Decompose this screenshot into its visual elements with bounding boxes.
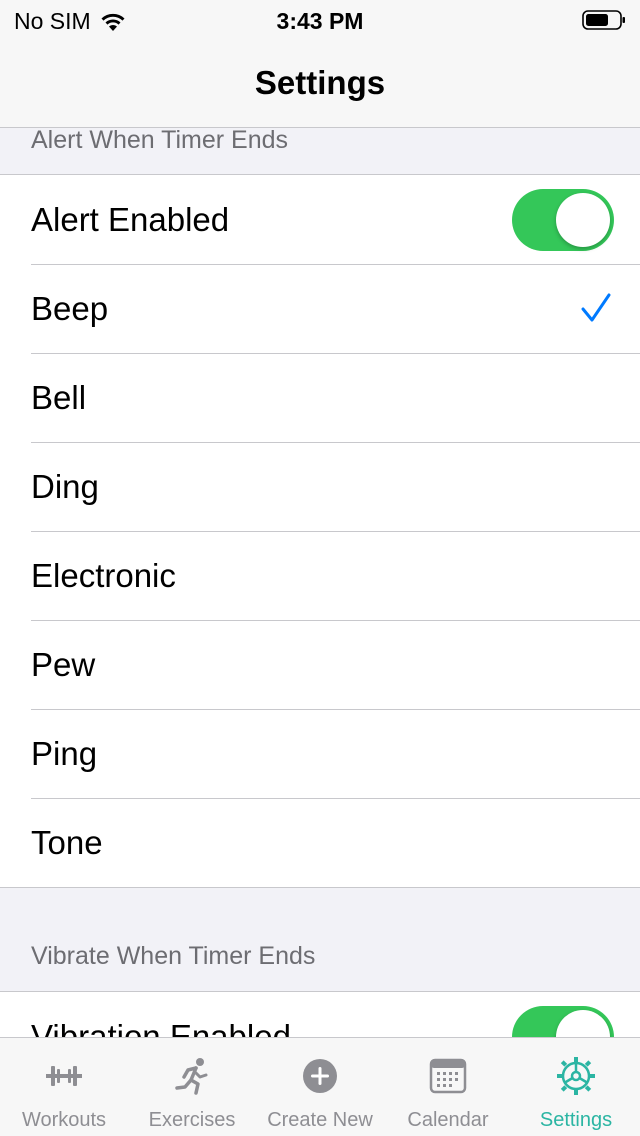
vibration-enabled-toggle[interactable]: [512, 1006, 614, 1037]
tab-bar: Workouts Exercises Create New Calendar S…: [0, 1037, 640, 1136]
vibration-enabled-cell: Vibration Enabled: [0, 992, 640, 1037]
tab-label: Workouts: [21, 1109, 107, 1131]
tab-label: Exercises: [148, 1109, 236, 1131]
sound-option-label: Electronic: [31, 556, 176, 594]
tab-exercises[interactable]: Exercises: [128, 1038, 256, 1136]
plus-circle-icon: [303, 1059, 337, 1093]
sound-option-electronic[interactable]: Electronic: [0, 531, 640, 620]
section-header-vibrate: Vibrate When Timer Ends: [31, 942, 316, 970]
sound-option-pew[interactable]: Pew: [0, 620, 640, 709]
tab-calendar[interactable]: Calendar: [384, 1038, 512, 1136]
alert-settings-group: Alert Enabled Beep Bell Ding Electronic …: [0, 174, 640, 888]
sound-option-ding[interactable]: Ding: [0, 442, 640, 531]
sound-option-label: Pew: [31, 645, 96, 683]
sound-option-label: Ding: [31, 467, 99, 505]
running-man-icon: [175, 1058, 208, 1095]
vibrate-settings-group: Vibration Enabled: [0, 991, 640, 1037]
tab-label: Create New: [267, 1109, 373, 1131]
tab-label: Settings: [539, 1109, 613, 1131]
sound-option-label: Ping: [31, 734, 98, 772]
checkmark-icon: [581, 293, 611, 322]
alert-enabled-toggle[interactable]: [512, 189, 614, 251]
sound-option-label: Beep: [31, 289, 109, 327]
page-title: Settings: [254, 64, 386, 101]
section-header-alert: Alert When Timer Ends: [31, 129, 289, 154]
sound-option-ping[interactable]: Ping: [0, 709, 640, 798]
sound-option-bell[interactable]: Bell: [0, 353, 640, 442]
settings-content[interactable]: Alert When Timer Ends Alert Enabled Beep…: [0, 129, 640, 1037]
sound-option-beep[interactable]: Beep: [0, 264, 640, 353]
calendar-icon: [429, 1058, 467, 1094]
tab-settings[interactable]: Settings: [512, 1038, 640, 1136]
sound-option-label: Bell: [31, 378, 87, 416]
toggle-knob: [556, 193, 610, 247]
vibration-enabled-label: Vibration Enabled: [31, 1017, 291, 1038]
toggle-knob: [556, 1010, 610, 1037]
tab-workouts[interactable]: Workouts: [0, 1038, 128, 1136]
sound-option-tone[interactable]: Tone: [0, 798, 640, 887]
gear-icon: [557, 1057, 595, 1095]
battery-icon: [582, 10, 625, 30]
status-time: 3:43 PM: [276, 8, 364, 34]
alert-enabled-label: Alert Enabled: [31, 200, 230, 238]
barbell-icon: [46, 1066, 82, 1086]
sound-option-label: Tone: [31, 823, 103, 861]
alert-enabled-cell: Alert Enabled: [0, 175, 640, 264]
tab-create-new[interactable]: Create New: [256, 1038, 384, 1136]
status-bar: No SIM 3:43 PM: [0, 0, 640, 40]
tab-label: Calendar: [407, 1109, 489, 1131]
navigation-bar: Settings: [0, 40, 640, 128]
